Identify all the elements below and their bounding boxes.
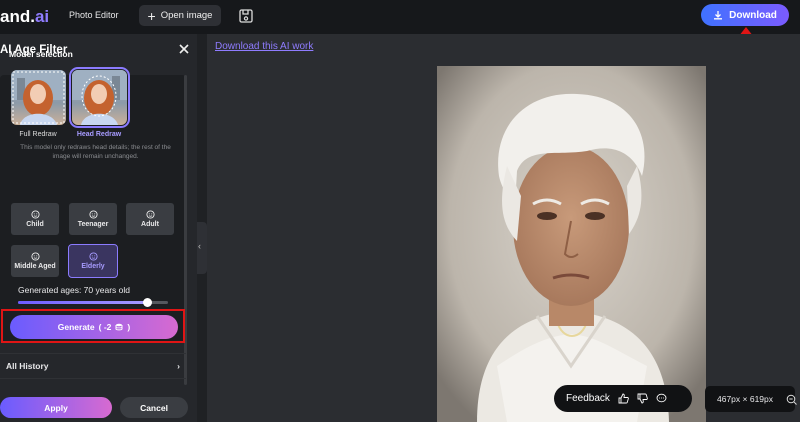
head-redraw-thumbnail [72, 70, 127, 125]
age-option-teenager[interactable]: Teenager [69, 203, 117, 235]
image-dimensions: 467px × 619px [705, 386, 795, 412]
open-image-label: Open image [160, 10, 213, 21]
download-icon [714, 11, 723, 20]
age-option-child[interactable]: Child [11, 203, 59, 235]
credits-icon [115, 323, 123, 331]
feedback-bar: Feedback [554, 385, 692, 412]
download-ai-work-link[interactable]: Download this AI work [215, 41, 313, 52]
save-image-icon[interactable] [238, 8, 254, 24]
generate-cost: ( -2 [98, 322, 112, 332]
full-redraw-option[interactable] [11, 70, 66, 125]
collapse-panel-tab[interactable]: ‹ [197, 222, 207, 274]
app-logo[interactable]: and.ai [0, 7, 49, 27]
generate-button[interactable]: Generate ( -2 ) [10, 315, 178, 339]
cancel-button[interactable]: Cancel [120, 397, 188, 418]
thumbs-up-icon[interactable] [618, 393, 629, 404]
edited-photo [437, 66, 706, 422]
close-icon[interactable] [177, 42, 191, 56]
age-option-elderly[interactable]: Elderly [68, 244, 118, 278]
apply-button[interactable]: Apply [0, 397, 112, 418]
comment-icon[interactable] [656, 393, 667, 404]
age-slider-fill [18, 301, 147, 304]
download-button[interactable]: Download [701, 4, 789, 26]
top-bar: and.ai Photo Editor + Open image Downloa… [0, 0, 800, 34]
age-option-label: Elderly [81, 263, 105, 270]
age-option-label: Teenager [77, 221, 109, 228]
zoom-out-icon[interactable] [786, 394, 797, 405]
full-redraw-thumbnail [11, 70, 66, 125]
age-option-label: Adult [141, 221, 159, 228]
head-redraw-option[interactable] [69, 67, 130, 128]
model-description: This model only redraws head details; th… [20, 144, 171, 160]
all-history-label: All History [6, 361, 49, 371]
age-option-middle-aged[interactable]: Middle Aged [11, 245, 59, 277]
generate-label: Generate [57, 322, 95, 332]
head-redraw-label: Head Redraw [76, 131, 122, 138]
age-option-adult[interactable]: Adult [126, 203, 174, 235]
open-image-button[interactable]: + Open image [139, 5, 221, 26]
download-label: Download [729, 9, 777, 21]
generated-ages-text: Generated ages: 70 years old [18, 285, 130, 295]
age-slider-handle[interactable] [142, 298, 152, 307]
chevron-right-icon: › [177, 361, 180, 371]
face-icon [30, 252, 40, 261]
full-redraw-label: Full Redraw [19, 131, 57, 138]
thumbs-down-icon[interactable] [637, 393, 648, 404]
photo-editor-link[interactable]: Photo Editor [69, 10, 119, 20]
age-option-label: Child [26, 221, 44, 228]
age-option-label: Middle Aged [14, 263, 56, 270]
feedback-label: Feedback [566, 393, 610, 404]
model-selection-label: Model selection [9, 49, 73, 59]
generate-cost-close: ) [127, 322, 131, 332]
face-icon [30, 210, 40, 219]
all-history-row[interactable]: All History › [0, 353, 186, 379]
plus-icon: + [147, 7, 156, 24]
face-icon [88, 252, 98, 261]
chevron-left-icon: ‹ [198, 241, 201, 251]
face-icon [88, 210, 98, 219]
face-icon [145, 210, 155, 219]
age-slider[interactable] [18, 298, 168, 307]
